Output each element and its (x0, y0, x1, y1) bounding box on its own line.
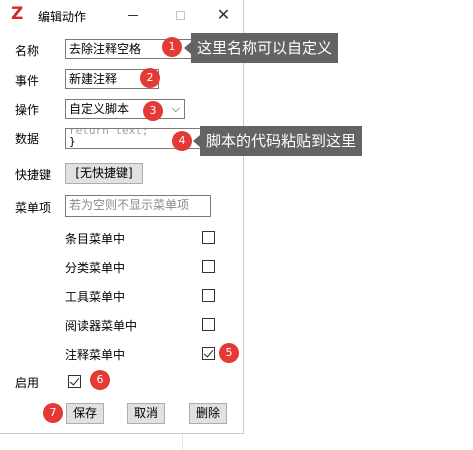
data-label: 数据 (15, 132, 40, 146)
close-button[interactable]: ✕ (203, 0, 244, 30)
maximize-button[interactable] (157, 0, 203, 30)
window-title: 编辑动作 (38, 10, 87, 24)
menu-option-label: 注释菜单中 (65, 348, 126, 362)
menu-option-checkbox[interactable] (202, 318, 215, 331)
shortcut-label: 快捷键 (15, 168, 52, 182)
menu-option-checkbox[interactable] (202, 347, 215, 360)
minimize-button[interactable] (110, 0, 156, 30)
callout-paste-script: 脚本的代码粘贴到这里 (192, 126, 363, 156)
enable-label: 启用 (15, 376, 40, 390)
callout-name-customizable: 这里名称可以自定义 (183, 33, 339, 63)
save-button[interactable]: 保存 (66, 403, 104, 424)
title-bar: Z 编辑动作 ✕ (0, 0, 244, 30)
event-label: 事件 (15, 74, 40, 88)
operation-select[interactable]: 自定义脚本 ⌵ (65, 99, 185, 119)
menu-input[interactable]: 若为空则不显示菜单项 (65, 195, 211, 217)
cancel-button[interactable]: 取消 (127, 403, 165, 424)
delete-button[interactable]: 删除 (189, 403, 227, 424)
enable-checkbox[interactable] (68, 375, 81, 388)
step-badge: 3 (143, 101, 163, 121)
maximize-icon (175, 10, 185, 20)
step-badge: 2 (140, 68, 160, 88)
chevron-down-icon: ⌵ (171, 102, 180, 115)
step-badge: 4 (172, 131, 192, 151)
menu-option-label: 工具菜单中 (65, 290, 126, 304)
menu-option-checkbox[interactable] (202, 260, 215, 273)
minimize-icon (128, 14, 138, 16)
menu-option-label: 分类菜单中 (65, 261, 126, 275)
step-badge: 7 (43, 403, 63, 423)
shortcut-button[interactable]: [无快捷键] (65, 163, 143, 184)
menu-placeholder: 若为空则不显示菜单项 (69, 198, 190, 212)
menu-option-checkbox[interactable] (202, 289, 215, 302)
menu-option-checkbox[interactable] (202, 231, 215, 244)
step-badge: 1 (162, 37, 182, 57)
operation-label: 操作 (15, 103, 40, 117)
menu-option-label: 阅读器菜单中 (65, 319, 138, 333)
menu-option-label: 条目菜单中 (65, 232, 126, 246)
step-badge: 6 (90, 370, 110, 390)
menu-label: 菜单项 (15, 201, 52, 215)
edit-action-dialog: Z 编辑动作 ✕ 名称 去除注释空格 事件 新建注释 操作 自定义脚本 ⌵ 数据… (0, 0, 244, 434)
operation-value: 自定义脚本 (69, 102, 130, 116)
step-badge: 5 (219, 343, 239, 363)
name-label: 名称 (15, 44, 40, 58)
zotero-logo-icon: Z (11, 4, 24, 24)
